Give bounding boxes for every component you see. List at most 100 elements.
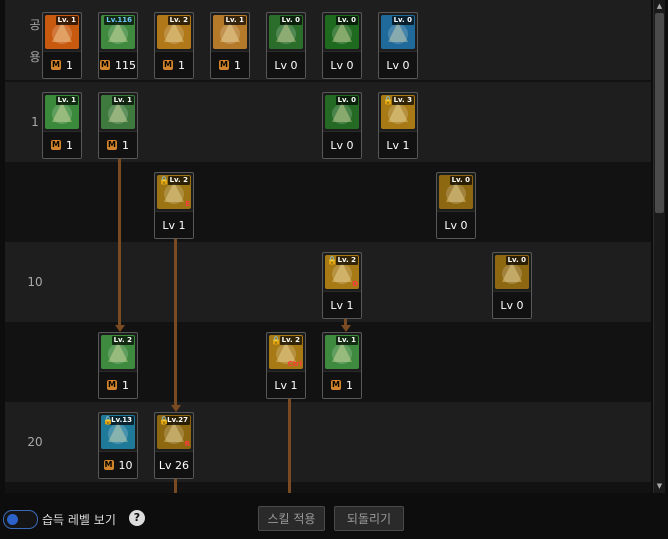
master-badge: M xyxy=(51,140,61,150)
skill-level-value: 1 xyxy=(122,378,129,392)
skill-slot[interactable]: Lv. 1 M1 xyxy=(322,332,362,399)
skill-level-info: M 10 xyxy=(99,451,137,478)
connector-line xyxy=(288,387,291,493)
skill-slot[interactable]: Lv. 0 Lv 0 xyxy=(378,12,418,79)
skill-level-value: Lv 1 xyxy=(386,138,410,152)
skill-level-tag: Lv. 0 xyxy=(505,256,528,265)
skill-slot[interactable]: Lv. 2 M1 xyxy=(154,12,194,79)
skill-level-info: Lv 1 xyxy=(379,131,417,158)
skill-level-info: Lv 0 xyxy=(267,51,305,78)
skill-slot[interactable]: Lv. 0 Lv 0 xyxy=(492,252,532,319)
connector-arrow xyxy=(171,405,181,412)
skill-level-tag: Lv. 2 xyxy=(335,256,358,265)
skill-slot[interactable]: Lv.116 M 115 xyxy=(98,12,138,79)
help-icon[interactable]: ? xyxy=(129,510,145,526)
fist-icon: Lv. 1 xyxy=(45,95,79,129)
hotkey-label: Ctrl xyxy=(287,360,302,368)
whirl-icon: Lv. 2 🔒 D xyxy=(325,255,359,289)
target-icon: Lv. 0 xyxy=(325,15,359,49)
jump-icon: Lv. 0 xyxy=(269,15,303,49)
leaf-icon: Lv. 2 xyxy=(101,335,135,369)
skill-level-value: 1 xyxy=(66,138,73,152)
skill-level-tag: Lv. 0 xyxy=(335,96,358,105)
master-badge: M xyxy=(331,380,341,390)
skill-level-value: Lv 0 xyxy=(386,58,410,72)
scroll-down-icon[interactable]: ▼ xyxy=(655,481,664,491)
blade-icon: Lv. 1 xyxy=(325,335,359,369)
skill-level-tag: Lv. 1 xyxy=(111,96,134,105)
skill-slot[interactable]: Lv. 3 🔒 Lv 1 xyxy=(378,92,418,159)
apply-skill-button[interactable]: 스킬 적용 xyxy=(258,506,325,531)
skill-level-tag: Lv. 0 xyxy=(449,176,472,185)
master-badge: M xyxy=(163,60,173,70)
skill-level-info: Lv 1 xyxy=(323,291,361,318)
skill-level-tag: Lv. 2 xyxy=(111,336,134,345)
skill-level-value: 1 xyxy=(178,58,185,72)
hotkey-label: D xyxy=(352,280,358,288)
toggle-knob xyxy=(7,514,18,525)
fire-icon: Lv. 1 xyxy=(45,15,79,49)
skill-level-info: M1 xyxy=(155,51,193,78)
dash-icon: Lv.116 xyxy=(101,15,135,49)
skill-level-value: Lv 1 xyxy=(162,218,186,232)
skill-slot[interactable]: Lv. 1 M1 xyxy=(98,92,138,159)
scroll-thumb[interactable] xyxy=(655,13,664,213)
strike-icon: Lv. 0 xyxy=(439,175,473,209)
scroll-up-icon[interactable]: ▲ xyxy=(655,1,664,11)
skill-slot[interactable]: Lv. 0 Lv 0 xyxy=(322,12,362,79)
charge-icon: Lv.27 🔒 R xyxy=(157,415,191,449)
spikes-icon: Lv. 3 🔒 xyxy=(381,95,415,129)
skill-slot[interactable]: Lv. 0 Lv 0 xyxy=(322,92,362,159)
skill-slot[interactable]: Lv. 1 M1 xyxy=(42,12,82,79)
thrust-icon: Lv. 2 🔒 E xyxy=(157,175,191,209)
skill-level-tag: Lv. 2 xyxy=(167,176,190,185)
skill-slot[interactable]: Lv.13 🔒 M 10 xyxy=(98,412,138,479)
connector-arrow xyxy=(115,325,125,332)
skill-level-info: Lv 1 xyxy=(267,371,305,398)
kick-icon: Lv. 2 🔒 Ctrl xyxy=(269,335,303,369)
skill-slot[interactable]: Lv. 2 🔒 E Lv 1 xyxy=(154,172,194,239)
hotkey-label: R xyxy=(184,440,190,448)
skill-level-value: 115 xyxy=(115,58,136,72)
swirl-icon: Lv. 0 xyxy=(495,255,529,289)
skill-level-value: Lv 1 xyxy=(330,298,354,312)
skill-slot[interactable]: Lv. 1 M1 xyxy=(210,12,250,79)
skill-level-info: M1 xyxy=(211,51,249,78)
hotkey-label: E xyxy=(185,200,190,208)
skill-level-info: M1 xyxy=(99,131,137,158)
revert-button[interactable]: 되돌리기 xyxy=(334,506,404,531)
connector-arrow xyxy=(341,325,351,332)
skill-level-value: Lv 0 xyxy=(330,138,354,152)
skill-slot[interactable]: Lv. 0 Lv 0 xyxy=(266,12,306,79)
skill-level-tag: Lv. 1 xyxy=(55,16,78,25)
spiral-icon: Lv.13 🔒 xyxy=(101,415,135,449)
skill-level-info: Lv 0 xyxy=(323,51,361,78)
skill-slot[interactable]: Lv. 2 🔒 Ctrl Lv 1 xyxy=(266,332,306,399)
master-badge: M xyxy=(103,460,114,470)
scrollbar[interactable]: ▲ ▼ xyxy=(653,0,665,493)
skill-level-value: 1 xyxy=(234,58,241,72)
acquire-level-toggle[interactable] xyxy=(3,510,38,529)
skill-slot[interactable]: Lv. 0 Lv 0 xyxy=(436,172,476,239)
connector-line xyxy=(174,227,177,405)
master-badge: M xyxy=(219,60,229,70)
skill-slot[interactable]: Lv. 2 M1 xyxy=(98,332,138,399)
level-label-10: 10 xyxy=(27,275,43,289)
skill-level-value: Lv 0 xyxy=(274,58,298,72)
skill-level-info: Lv 0 xyxy=(379,51,417,78)
skill-level-tag: Lv. 2 xyxy=(279,336,302,345)
skill-level-info: Lv 0 xyxy=(323,131,361,158)
skill-level-info: M1 xyxy=(43,51,81,78)
skill-slot[interactable]: Lv. 1 M1 xyxy=(42,92,82,159)
summon-icon: Lv. 0 xyxy=(325,95,359,129)
skill-slot[interactable]: Lv.27 🔒 R Lv 26 xyxy=(154,412,194,479)
skill-level-value: Lv 0 xyxy=(500,298,524,312)
master-badge: M xyxy=(51,60,61,70)
skill-level-info: Lv 1 xyxy=(155,211,193,238)
acquire-level-label: 습득 레벨 보기 xyxy=(42,513,116,527)
skill-level-value: Lv 26 xyxy=(158,458,190,472)
skill-level-tag: Lv. 1 xyxy=(335,336,358,345)
level-label-20: 20 xyxy=(27,435,43,449)
skill-slot[interactable]: Lv. 2 🔒 D Lv 1 xyxy=(322,252,362,319)
flame-sword-icon: Lv. 2 xyxy=(157,15,191,49)
